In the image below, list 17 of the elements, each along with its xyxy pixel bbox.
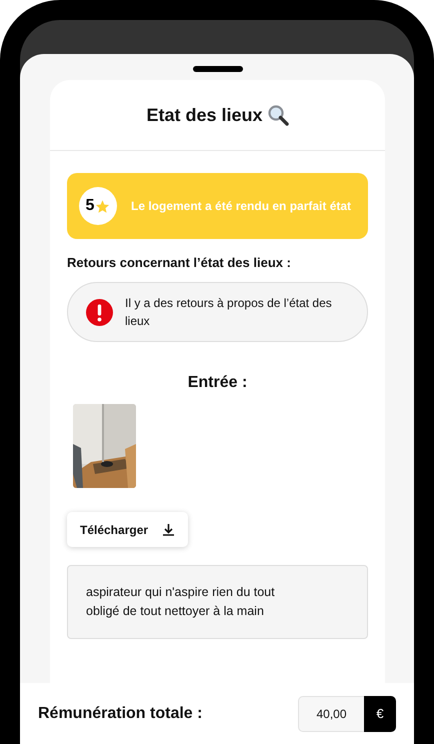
star-icon: [95, 198, 110, 214]
feedback-alert-text: Il y a des retours à propos de l’état des lieux: [125, 295, 333, 330]
rating-message: Le logement a été rendu en parfait état: [131, 199, 352, 213]
sheet-title: Etat des lieux: [146, 104, 263, 126]
amount-field[interactable]: 40,00: [298, 696, 364, 732]
warning-icon: [86, 298, 113, 326]
sheet-handle[interactable]: [192, 66, 242, 72]
entry-title: Entrée :: [186, 374, 248, 392]
download-button[interactable]: Télécharger: [67, 512, 188, 547]
currency-unit: €: [364, 696, 396, 732]
feedback-label: Retours concernant l’état des lieux :: [67, 255, 292, 270]
magnifier-icon: [266, 104, 289, 126]
comment-text: aspirateur qui n'aspire rien du tout: [86, 584, 276, 601]
total-label: Rémunération totale :: [38, 704, 202, 722]
rating-score: 5: [86, 197, 94, 215]
comment-text: obligé de tout nettoyer à la main: [86, 603, 265, 620]
download-icon: [162, 523, 176, 536]
